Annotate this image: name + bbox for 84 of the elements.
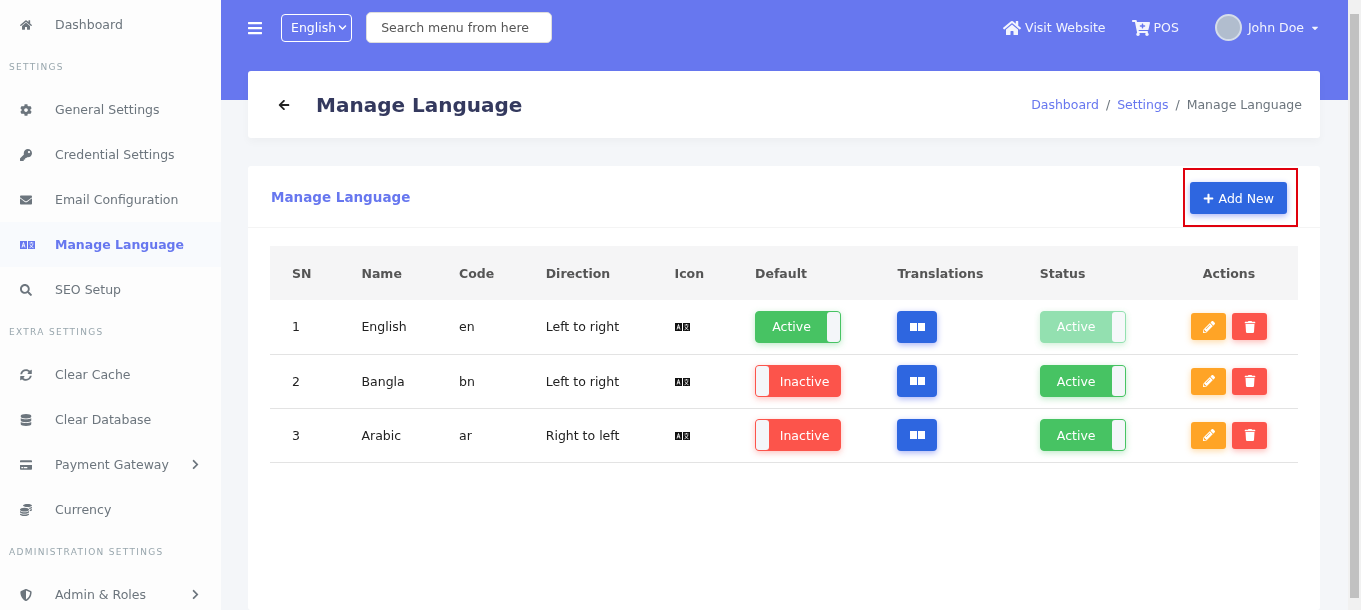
sidebar-section-heading: EXTRA SETTINGS [8, 326, 105, 339]
sidebar-item[interactable]: Currency [0, 487, 221, 532]
language-select[interactable]: English [281, 13, 353, 42]
table-cell: 3 [270, 408, 340, 462]
column-header: Translations [875, 246, 1018, 300]
sidebar-item[interactable]: Payment Gateway [0, 442, 221, 487]
sidebar-item[interactable]: Admin & Roles [0, 572, 221, 610]
breadcrumb-item: Manage Language [1186, 97, 1302, 112]
delete-button[interactable] [1232, 367, 1267, 395]
nav-link[interactable]: Visit Website [1003, 18, 1106, 37]
trash-icon [1243, 320, 1256, 333]
table-cell: en [437, 300, 524, 354]
toggle-switch[interactable]: Active [1039, 365, 1126, 397]
breadcrumb-item[interactable]: Settings [1117, 97, 1169, 112]
breadcrumb-separator: / [1175, 97, 1180, 112]
credit-card-icon [20, 458, 32, 471]
envelope-icon [20, 193, 32, 206]
chevron-down-icon [338, 23, 348, 32]
table-cell: Left to right [523, 354, 653, 408]
table-cell: 2 [270, 354, 340, 408]
column-header: Actions [1160, 246, 1298, 300]
cart-icon [1131, 18, 1150, 37]
translations-button[interactable] [897, 310, 938, 343]
delete-button[interactable] [1232, 421, 1267, 449]
search-field[interactable]: Search menu from here [366, 12, 553, 43]
column-header: Status [1017, 246, 1160, 300]
toggle-switch[interactable]: Active [1039, 419, 1126, 451]
edit-button[interactable] [1191, 421, 1226, 449]
database-icon [20, 413, 32, 426]
edit-button[interactable] [1191, 313, 1226, 341]
pencil-icon [1202, 429, 1215, 441]
edit-button[interactable] [1191, 367, 1226, 395]
table-cell: English [339, 300, 438, 354]
add-new-button[interactable]: Add New [1189, 182, 1287, 214]
sidebar-item[interactable]: Clear Database [0, 397, 221, 442]
nav-link[interactable]: POS [1131, 18, 1179, 37]
sidebar-item[interactable]: Credential Settings [0, 132, 221, 177]
key-icon [20, 148, 32, 161]
sidebar-item[interactable]: SEO Setup [0, 267, 221, 312]
table-cell: bn [437, 354, 524, 408]
pencil-icon [1202, 320, 1215, 333]
table-cell: Arabic [339, 408, 438, 462]
menu-icon[interactable] [247, 19, 263, 36]
refresh-icon [20, 368, 32, 381]
column-header: Default [733, 246, 876, 300]
trash-icon [1243, 429, 1256, 441]
card-title: Manage Language [271, 188, 411, 205]
toggle-switch[interactable]: Inactive [755, 419, 842, 451]
table-cell: Left to right [523, 300, 653, 354]
column-header: Name [339, 246, 438, 300]
column-header: Icon [652, 246, 734, 300]
pencil-icon [1202, 375, 1215, 387]
trash-icon [1243, 375, 1256, 387]
column-header: SN [270, 246, 340, 300]
translations-button[interactable] [897, 419, 938, 451]
toggle-switch[interactable]: Active [755, 310, 842, 343]
home-icon [20, 18, 32, 31]
sidebar-item[interactable]: General Settings [0, 87, 221, 132]
coins-icon [20, 503, 32, 516]
back-arrow-icon[interactable] [278, 98, 290, 111]
sidebar-item[interactable]: Manage Language [0, 222, 221, 267]
sidebar-section-heading: ADMINISTRATION SETTINGS [8, 546, 165, 559]
table-cell: 1 [270, 300, 340, 354]
breadcrumb-separator: / [1105, 97, 1111, 112]
user-menu[interactable]: John Doe [1214, 14, 1320, 41]
sidebar-section-heading: SETTINGS [8, 61, 65, 74]
gear-icon [20, 103, 32, 116]
plus-icon [1202, 192, 1214, 204]
delete-button[interactable] [1232, 313, 1267, 341]
page-title: Manage Language [316, 92, 524, 117]
column-header: Direction [523, 246, 653, 300]
sidebar-item[interactable]: Clear Cache [0, 352, 221, 397]
breadcrumb-item[interactable]: Dashboard [1031, 97, 1099, 112]
table-cell: ar [437, 408, 524, 462]
shield-icon [20, 588, 32, 601]
column-header: Code [437, 246, 524, 300]
translations-button[interactable] [897, 365, 938, 397]
sidebar-item[interactable]: Email Configuration [0, 177, 221, 222]
home-icon [1003, 18, 1022, 37]
search-icon [20, 283, 32, 296]
sidebar-item[interactable]: Dashboard [0, 2, 221, 47]
toggle-switch[interactable]: Inactive [755, 365, 842, 397]
table-cell: Right to left [523, 408, 653, 462]
table-cell: Bangla [339, 354, 438, 408]
